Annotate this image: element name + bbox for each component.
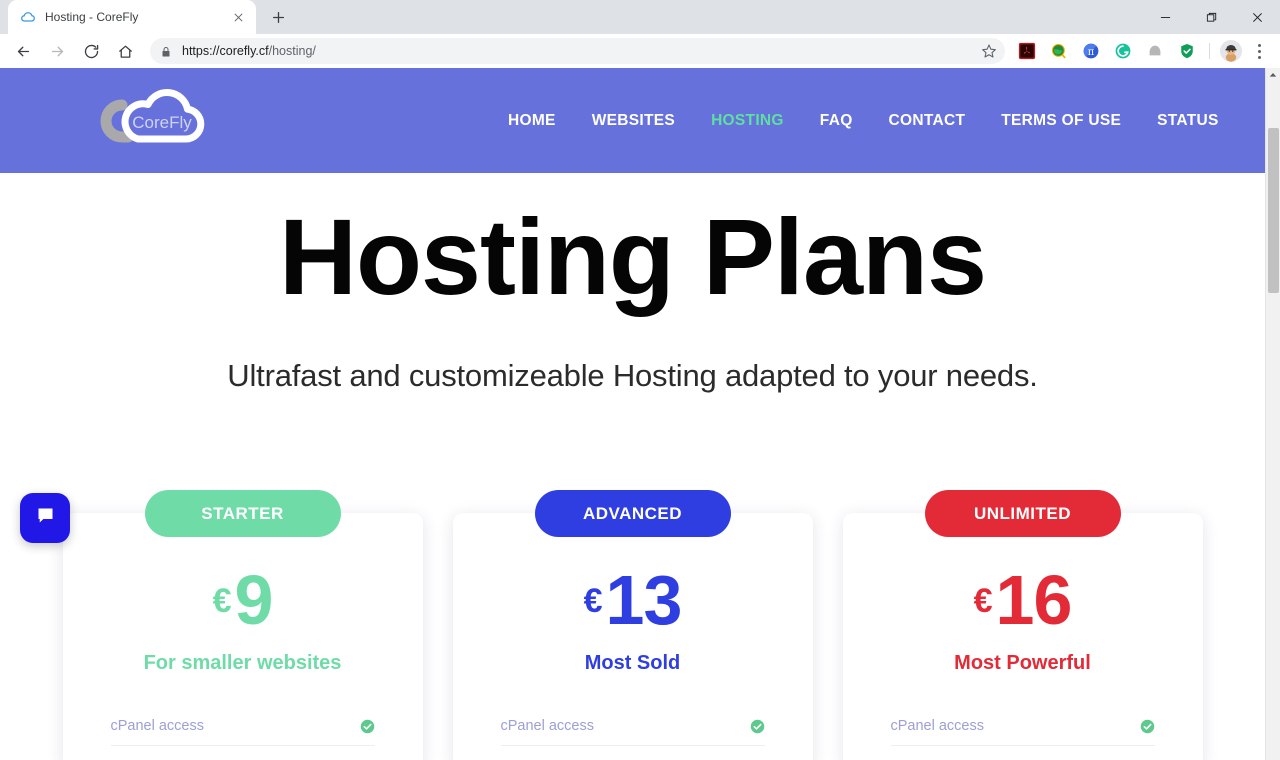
feature-row: cPanel access — [890, 718, 1155, 746]
nav-item-terms-of-use[interactable]: TERMS OF USE — [983, 112, 1139, 130]
page-content: CoreFly HOME WEBSITES HOSTING FAQ CONTAC… — [0, 68, 1265, 760]
nav-item-contact[interactable]: CONTACT — [871, 112, 984, 130]
plan-badge-unlimited[interactable]: UNLIMITED — [924, 490, 1121, 537]
plan-features-starter: cPanel access — [110, 718, 375, 746]
check-circle-icon — [360, 719, 375, 734]
url-path: /hosting/ — [268, 44, 316, 58]
nav-item-status[interactable]: STATUS — [1139, 112, 1237, 130]
reload-icon[interactable] — [76, 36, 106, 66]
feature-row: cPanel access — [110, 718, 375, 746]
check-circle-icon — [750, 719, 765, 734]
plan-price-starter: €9 — [111, 565, 375, 635]
close-button[interactable] — [1234, 0, 1280, 34]
maximize-button[interactable] — [1188, 0, 1234, 34]
browser-titlebar: Hosting - CoreFly — [0, 0, 1280, 34]
price-amount: 16 — [995, 561, 1073, 639]
plan-badge-advanced[interactable]: ADVANCED — [534, 490, 731, 537]
logo-text: CoreFly — [132, 113, 192, 132]
hero-section: Hosting Plans Ultrafast and customizeabl… — [0, 173, 1265, 394]
avatar-icon[interactable] — [1220, 40, 1242, 62]
nav-item-websites[interactable]: WEBSITES — [574, 112, 693, 130]
shield-extension-icon[interactable] — [1175, 39, 1199, 63]
plan-tagline-starter: For smaller websites — [143, 652, 342, 674]
window-controls — [1142, 0, 1280, 34]
page-scrollbar[interactable] — [1265, 68, 1280, 760]
feature-label: cPanel access — [500, 718, 595, 734]
plan-body-starter: €9 For smaller websites cPanel access — [62, 513, 423, 760]
currency-symbol: € — [212, 581, 232, 620]
site-header: CoreFly HOME WEBSITES HOSTING FAQ CONTAC… — [0, 68, 1265, 173]
currency-symbol: € — [583, 581, 603, 620]
url-origin: https://corefly.cf — [182, 44, 269, 58]
page-title: Hosting Plans — [278, 196, 987, 317]
nav-item-faq[interactable]: FAQ — [802, 112, 871, 130]
price-amount: 13 — [605, 561, 683, 639]
price-amount: 9 — [234, 561, 273, 639]
page-viewport: CoreFly HOME WEBSITES HOSTING FAQ CONTAC… — [0, 68, 1280, 760]
globe-extension-icon[interactable] — [1047, 39, 1071, 63]
toolbar-divider — [1209, 43, 1210, 59]
three-dot-menu-icon[interactable] — [1248, 43, 1270, 59]
tab-title: Hosting - CoreFly — [45, 10, 139, 24]
scrollbar-thumb[interactable] — [1268, 128, 1279, 293]
cloud-icon — [20, 9, 36, 25]
nav-item-hosting[interactable]: HOSTING — [693, 112, 802, 130]
caret-up-icon[interactable] — [1266, 68, 1280, 82]
new-tab-button[interactable] — [264, 3, 292, 31]
plan-features-advanced: cPanel access — [500, 718, 765, 746]
plan-tagline-advanced: Most Sold — [584, 652, 681, 674]
chat-bubble-icon — [35, 505, 56, 531]
plan-badge-starter[interactable]: STARTER — [144, 490, 341, 537]
browser-toolbar: https://corefly.cf/hosting/ π — [0, 34, 1280, 68]
pricing-plans: STARTER €9 For smaller websites cPanel a… — [0, 394, 1265, 760]
adobe-acrobat-icon[interactable] — [1015, 39, 1039, 63]
home-icon[interactable] — [110, 36, 140, 66]
chat-widget-button[interactable] — [20, 493, 70, 543]
page-subtitle: Ultrafast and customizeable Hosting adap… — [227, 358, 1038, 393]
plan-card-unlimited: UNLIMITED €16 Most Powerful cPanel acces… — [842, 490, 1203, 760]
plan-card-advanced: ADVANCED €13 Most Sold cPanel access — [452, 490, 813, 760]
arch-extension-icon[interactable] — [1143, 39, 1167, 63]
plan-card-starter: STARTER €9 For smaller websites cPanel a… — [62, 490, 423, 760]
plan-features-unlimited: cPanel access — [890, 718, 1155, 746]
feature-row: cPanel access — [500, 718, 765, 746]
browser-tab[interactable]: Hosting - CoreFly — [8, 0, 256, 34]
cloud-logo-icon[interactable]: CoreFly — [78, 83, 253, 159]
pi-extension-icon[interactable]: π — [1079, 39, 1103, 63]
close-icon[interactable] — [228, 7, 248, 27]
address-bar[interactable]: https://corefly.cf/hosting/ — [150, 38, 1005, 64]
plan-price-advanced: €13 — [501, 565, 765, 635]
plan-body-unlimited: €16 Most Powerful cPanel access — [842, 513, 1203, 760]
lock-icon — [160, 45, 172, 57]
arrow-right-icon[interactable] — [42, 36, 72, 66]
arrow-left-icon[interactable] — [8, 36, 38, 66]
url-text: https://corefly.cf/hosting/ — [182, 44, 316, 58]
check-circle-icon — [1140, 719, 1155, 734]
plan-body-advanced: €13 Most Sold cPanel access — [452, 513, 813, 760]
plan-price-unlimited: €16 — [891, 565, 1155, 635]
plan-tagline-unlimited: Most Powerful — [954, 652, 1091, 674]
feature-label: cPanel access — [890, 718, 985, 734]
feature-label: cPanel access — [110, 718, 205, 734]
star-icon[interactable] — [977, 39, 1001, 63]
site-navigation: HOME WEBSITES HOSTING FAQ CONTACT TERMS … — [490, 68, 1237, 173]
minimize-button[interactable] — [1142, 0, 1188, 34]
browser-window: Hosting - CoreFly https://corefly.cf/hos… — [0, 0, 1280, 760]
grammarly-icon[interactable] — [1111, 39, 1135, 63]
nav-item-home[interactable]: HOME — [490, 112, 574, 130]
svg-text:π: π — [1088, 47, 1095, 58]
currency-symbol: € — [973, 581, 993, 620]
